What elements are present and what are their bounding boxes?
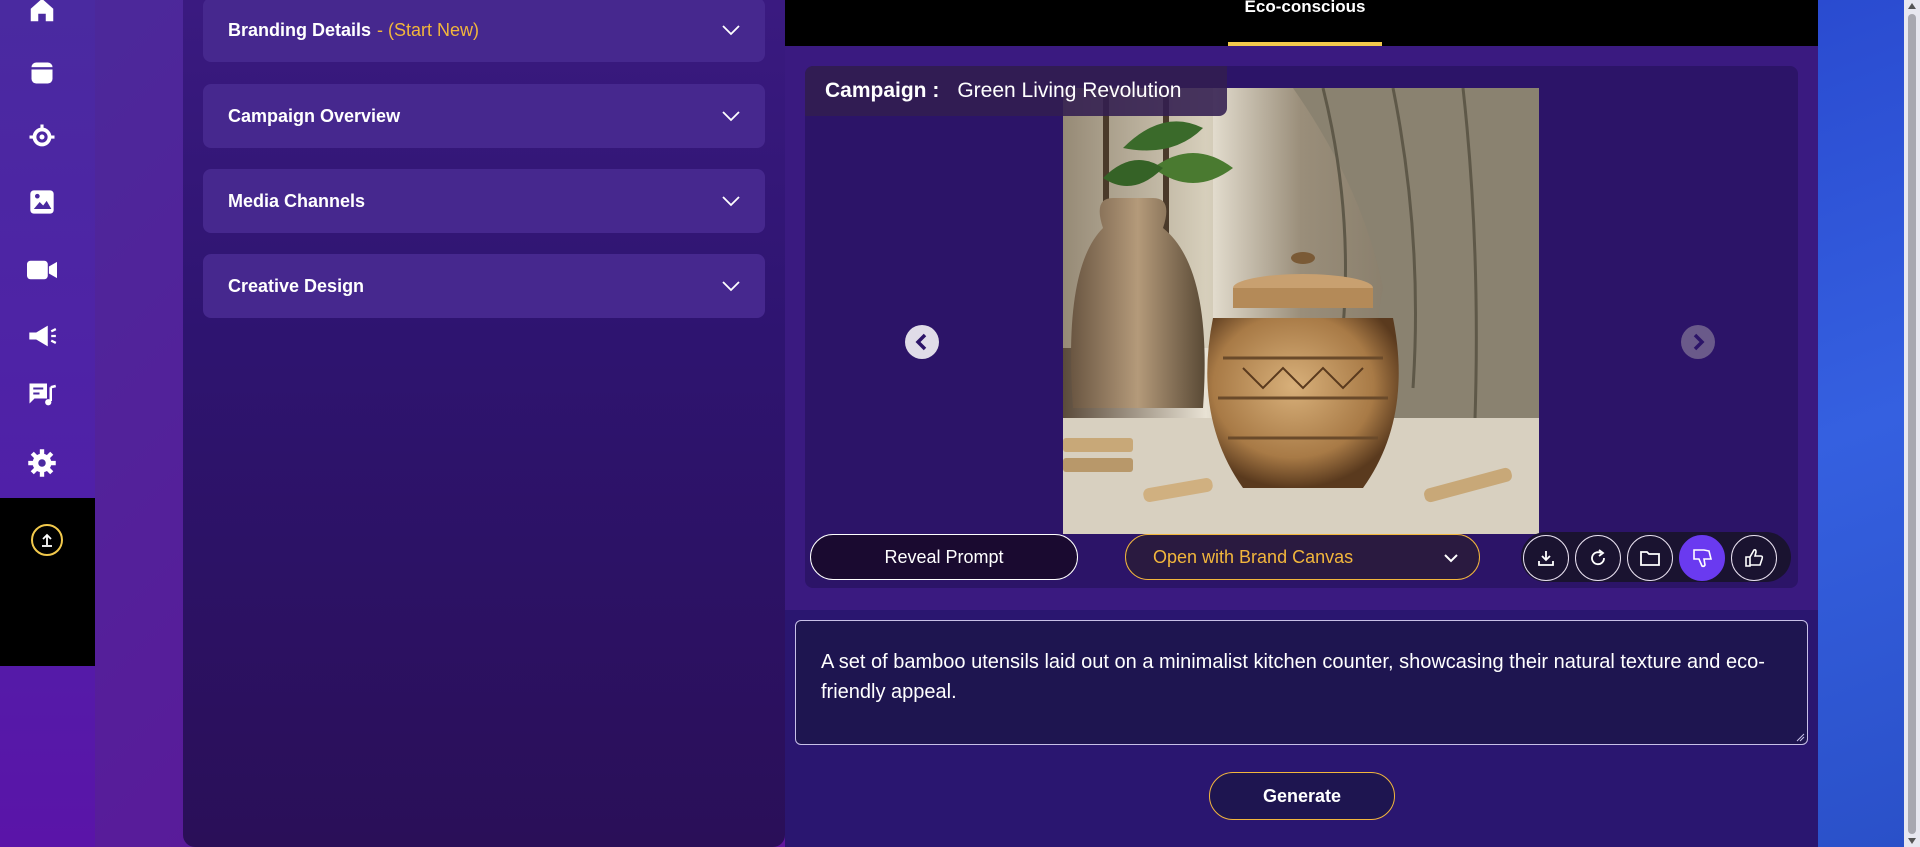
campaign-form-panel: Branding Details - (Start New) Campaign …	[183, 0, 785, 847]
image-action-bar: Reveal Prompt Open with Brand Canvas	[805, 526, 1798, 586]
home-icon[interactable]	[22, 0, 62, 30]
chevron-down-icon	[1444, 554, 1458, 563]
accordion-campaign-overview[interactable]: Campaign Overview	[203, 84, 765, 148]
previous-image-button[interactable]	[905, 325, 939, 359]
accordion-media-channels[interactable]: Media Channels	[203, 169, 765, 233]
chevron-right-icon	[1693, 333, 1705, 351]
accordion-tag: - (Start New)	[377, 19, 480, 40]
accordion-label: Branding Details	[228, 19, 372, 40]
accordion-label: Media Channels	[228, 190, 366, 211]
resize-handle-icon[interactable]	[1795, 732, 1805, 742]
icon-sidebar	[0, 0, 95, 847]
scroll-up-icon[interactable]	[1908, 3, 1916, 9]
next-image-button[interactable]	[1681, 325, 1715, 359]
brand-canvas-label: Open with Brand Canvas	[1153, 546, 1354, 567]
campaign-key: Campaign :	[825, 79, 940, 102]
scroll-down-icon[interactable]	[1908, 838, 1916, 844]
prompt-textarea[interactable]: A set of bamboo utensils laid out on a m…	[795, 620, 1808, 745]
page-scrollbar[interactable]	[1904, 0, 1920, 847]
chevron-down-icon	[722, 281, 740, 292]
generated-image	[1063, 88, 1539, 534]
reveal-prompt-button[interactable]: Reveal Prompt	[810, 534, 1078, 580]
image-icon[interactable]	[22, 182, 62, 222]
megaphone-icon[interactable]	[22, 316, 62, 356]
video-icon[interactable]	[22, 250, 62, 290]
chevron-down-icon	[722, 111, 740, 122]
folder-icon[interactable]	[1627, 535, 1673, 581]
gear-icon[interactable]	[22, 443, 62, 483]
viewer-area: Campaign : Green Living Revolution Revea…	[785, 46, 1818, 610]
accordion-label: Campaign Overview	[228, 105, 401, 126]
image-actions-group	[1521, 532, 1791, 582]
scrollbar-thumb[interactable]	[1908, 14, 1916, 834]
chevron-left-icon	[915, 333, 927, 351]
accordion-label: Creative Design	[228, 275, 365, 296]
upload-icon[interactable]	[31, 524, 63, 556]
archive-icon[interactable]	[22, 53, 62, 93]
tab-eco-conscious[interactable]: Eco-conscious	[1228, 0, 1382, 46]
chat-music-icon[interactable]	[22, 376, 62, 416]
settings-search-icon[interactable]	[22, 117, 62, 157]
open-brand-canvas-button[interactable]: Open with Brand Canvas	[1125, 534, 1480, 580]
image-viewer: Campaign : Green Living Revolution Revea…	[805, 66, 1798, 588]
thumbs-down-icon[interactable]	[1679, 535, 1725, 581]
campaign-label: Campaign : Green Living Revolution	[805, 66, 1227, 116]
download-icon[interactable]	[1523, 535, 1569, 581]
accordion-branding-details[interactable]: Branding Details - (Start New)	[203, 0, 765, 62]
tab-bar: Eco-conscious	[785, 0, 1818, 46]
chevron-down-icon	[722, 196, 740, 207]
output-panel: Eco-conscious Campaign: Green Living Re…	[785, 0, 1818, 847]
campaign-value: Green Living Revolution	[957, 79, 1182, 102]
accordion-creative-design[interactable]: Creative Design	[203, 254, 765, 318]
refresh-icon[interactable]	[1575, 535, 1621, 581]
thumbs-up-icon[interactable]	[1731, 535, 1777, 581]
prompt-text: A set of bamboo utensils laid out on a m…	[821, 651, 1765, 703]
generate-button[interactable]: Generate	[1209, 772, 1395, 820]
chevron-down-icon	[722, 25, 740, 36]
